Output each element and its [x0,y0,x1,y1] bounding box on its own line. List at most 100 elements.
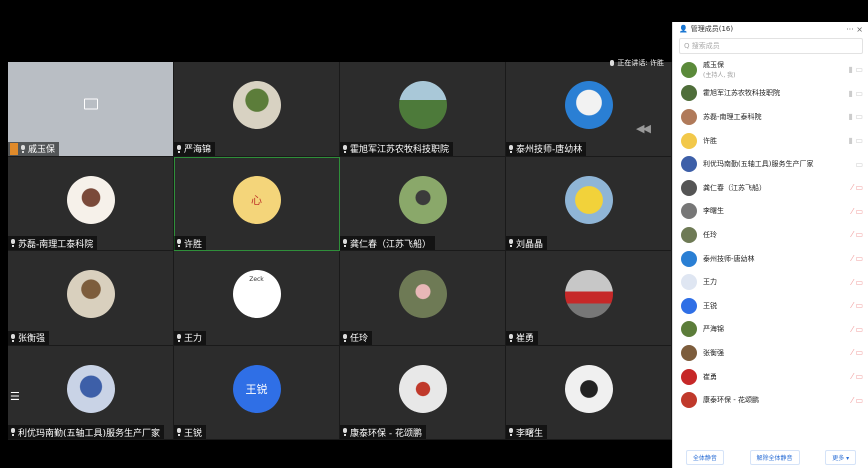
list-item[interactable]: 崔勇 ⁄ ▭ [673,365,868,389]
participant-name: 许胜 [184,239,203,250]
mic-icon [342,428,348,436]
list-item[interactable]: 戚玉保 (主持人, 我) ▮ ▭ [673,58,868,82]
avatar [681,250,697,267]
participant-tile[interactable]: 刘晶晶 [506,156,672,251]
participant-tile[interactable]: 霍旭军江苏农牧科技职院 [340,62,506,157]
participant-tile[interactable]: 康泰环保 - 花颂鹏 [340,345,506,440]
mic-icon [176,333,182,342]
list-item[interactable]: 王力 ⁄ ▭ [673,270,868,294]
mic-icon[interactable]: ▮ ▭ [848,65,863,74]
avatar: Zeck [232,270,281,318]
list-item[interactable]: 苏磊-南理工泰科院 ▮ ▭ [673,105,868,129]
panel-title: 管理成员(16) [690,25,734,33]
participant-tile[interactable]: 任玲 [340,251,506,346]
mic-off-icon[interactable]: ⁄ ▭ [852,348,863,357]
window-controls[interactable]: ··· × [846,25,863,34]
mic-icon [342,333,348,342]
mic-icon [10,239,16,247]
list-item[interactable]: 霍旭军江苏农牧科技职院 ▮ ▭ [673,82,868,106]
mic-off-icon[interactable]: ⁄ ▭ [852,183,863,192]
mic-icon[interactable]: ▮ ▭ [848,112,863,121]
avatar [681,226,697,243]
mic-off-icon[interactable]: ⁄ ▭ [852,230,863,239]
member-role: (主持人, 我) [703,72,736,80]
list-item[interactable]: 张衡强 ⁄ ▭ [673,341,868,365]
mic-off-icon[interactable]: ⁄ ▭ [852,301,863,310]
mute-all-button[interactable]: 全体静音 [685,449,724,465]
mic-icon[interactable]: ▮ ▭ [848,89,863,98]
avatar-text: Zeck [249,276,264,283]
list-item[interactable]: 李曙生 ⁄ ▭ [673,200,868,224]
participant-name: 苏磊-南理工泰科院 [18,239,94,250]
member-name: 崔勇 [703,372,717,381]
mic-off-icon[interactable]: ⁄ ▭ [852,207,863,216]
participant-tile[interactable]: 苏磊-南理工泰科院 [8,156,174,251]
mic-icon [508,428,514,436]
speaking-indicator: 正在讲话: 许胜 [610,58,664,68]
menu-icon[interactable]: ☰ [10,390,24,404]
mic-icon[interactable]: ▮ ▭ [848,136,863,145]
more-button[interactable]: 更多 ▾ [825,449,857,465]
page-arrows-icon[interactable]: ◀◀ [636,122,651,135]
search-placeholder: Q 搜索成员 [684,42,720,50]
participant-tile[interactable]: 龚仁春（江苏飞船） [340,156,506,251]
participant-name: 王锐 [184,428,203,439]
mic-icon [342,144,348,153]
mic-icon [610,60,615,66]
participant-name: 任玲 [350,334,369,344]
participant-name: 张衡强 [18,334,46,344]
avatar [398,81,447,129]
mic-off-icon[interactable]: ⁄ ▭ [852,254,863,263]
participant-name-bar: 利优玛南勤(五轴工具)服务生产厂家 [8,425,165,439]
participant-tile[interactable]: 王锐 王锐 [174,345,340,440]
mic-off-icon[interactable]: ⁄ ▭ [852,325,863,334]
avatar [564,364,613,413]
video-top-bar [8,22,672,62]
avatar [398,270,447,318]
participant-name-bar: 戚玉保 [8,141,60,156]
mic-off-icon[interactable]: ⁄ ▭ [852,396,863,405]
list-item[interactable]: 利优玛南勤(五轴工具)服务生产厂家 ▭ [673,152,868,176]
mic-icon[interactable]: ▭ [855,160,863,169]
participant-name-bar: 李曙生 [506,425,548,439]
member-name: 泰州技师-唐幼林 [703,254,755,263]
member-list: 戚玉保 (主持人, 我) ▮ ▭ 霍旭军江苏农牧科技职院 ▮ ▭ 苏磊-南理工泰科院 ▮… [673,58,868,412]
list-item[interactable]: 严海锦 ⁄ ▭ [673,318,868,342]
participant-tile[interactable]: 泰州技师-唐幼林 [506,62,672,157]
participant-tile[interactable]: 利优玛南勤(五轴工具)服务生产厂家 [8,345,174,440]
participant-tile[interactable]: 李曙生 [506,345,672,440]
participant-name: 严海锦 [184,145,212,155]
unmute-all-button[interactable]: 解除全体静音 [749,449,800,465]
search-input[interactable]: Q 搜索成员 [679,38,863,54]
list-item[interactable]: 王锐 ⁄ ▭ [673,294,868,318]
avatar [681,156,697,173]
mic-icon [10,333,16,342]
participant-name: 戚玉保 [28,145,56,155]
list-item[interactable]: 龚仁春（江苏飞船） ⁄ ▭ [673,176,868,200]
panel-footer: 全体静音 解除全体静音 更多 ▾ [673,446,868,468]
list-item[interactable]: 康泰环保 - 花颂鹏 ⁄ ▭ [673,388,868,412]
participant-name-bar: 许胜 [174,236,207,250]
participant-tile[interactable]: Zeck 王力 [174,251,340,346]
list-item[interactable]: 许胜 ▮ ▭ [673,129,868,153]
participant-tile[interactable]: 戚玉保 [8,62,174,157]
list-item[interactable]: 泰州技师-唐幼林 ⁄ ▭ [673,247,868,271]
mic-icon [342,239,348,247]
avatar [681,108,697,125]
participant-tile[interactable]: 张衡强 [8,251,174,346]
avatar: 王锐 [232,364,281,413]
mic-off-icon[interactable]: ⁄ ▭ [852,372,863,381]
camera-off-icon [83,98,98,110]
participant-tile[interactable]: 严海锦 [174,62,340,157]
list-item[interactable]: 任玲 ⁄ ▭ [673,223,868,247]
participant-name-bar: 霍旭军江苏农牧科技职院 [340,141,454,156]
avatar [681,392,697,409]
mic-off-icon[interactable]: ⁄ ▭ [852,278,863,287]
participant-tile[interactable]: 心 许胜 [174,156,340,251]
participant-tile[interactable]: 崔勇 [506,251,672,346]
member-name: 霍旭军江苏农牧科技职院 [703,89,780,98]
mic-icon [508,239,514,247]
participant-name-bar: 严海锦 [174,141,216,156]
member-name: 王力 [703,278,717,287]
mic-icon [508,144,514,153]
